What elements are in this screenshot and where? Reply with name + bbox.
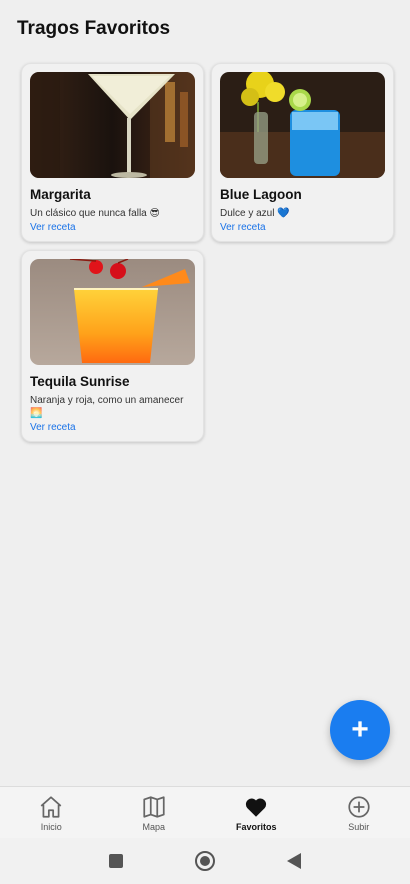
- drink-card-tequila-sunrise[interactable]: Tequila Sunrise Naranja y roja, como un …: [21, 250, 204, 442]
- view-recipe-link[interactable]: Ver receta: [220, 222, 385, 233]
- nav-item-inicio[interactable]: Inicio: [0, 787, 103, 838]
- drink-description: Dulce y azul 💙: [220, 208, 290, 219]
- drink-image: [30, 72, 195, 178]
- view-recipe-link[interactable]: Ver receta: [30, 422, 195, 433]
- plus-icon: +: [351, 713, 369, 746]
- nav-item-subir[interactable]: Subir: [308, 787, 410, 838]
- nav-label: Inicio: [40, 822, 62, 832]
- add-drink-button[interactable]: +: [330, 700, 390, 760]
- nav-item-mapa[interactable]: Mapa: [103, 787, 206, 838]
- nav-label: Mapa: [142, 822, 165, 832]
- drink-name: Margarita: [30, 187, 91, 202]
- bottom-navigation: Inicio Mapa Favoritos Subir: [0, 786, 410, 838]
- drink-description: Naranja y roja, como un amanecer 🌅: [30, 395, 184, 419]
- drink-name: Tequila Sunrise: [30, 374, 130, 389]
- add-circle-icon: [348, 796, 370, 818]
- drink-card-blue-lagoon[interactable]: Blue Lagoon Dulce y azul 💙 Ver receta: [211, 63, 394, 242]
- heart-icon: [246, 798, 267, 817]
- drink-card-margarita[interactable]: Margarita Un clásico que nunca falla 😎 V…: [21, 63, 204, 242]
- back-icon[interactable]: [286, 852, 302, 870]
- drink-name: Blue Lagoon: [220, 187, 302, 202]
- nav-label: Subir: [348, 822, 370, 832]
- system-navigation-bar: [0, 838, 410, 884]
- map-icon: [143, 796, 165, 818]
- recents-icon[interactable]: [108, 853, 124, 869]
- nav-label: Favoritos: [235, 822, 277, 832]
- home-icon: [40, 796, 62, 818]
- home-icon[interactable]: [194, 850, 216, 872]
- drink-image: [220, 72, 385, 178]
- nav-item-favoritos[interactable]: Favoritos: [205, 787, 308, 838]
- page-title: Tragos Favoritos: [17, 18, 171, 39]
- drink-description: Un clásico que nunca falla 😎: [30, 208, 160, 219]
- drink-image: [30, 259, 195, 365]
- view-recipe-link[interactable]: Ver receta: [30, 222, 195, 233]
